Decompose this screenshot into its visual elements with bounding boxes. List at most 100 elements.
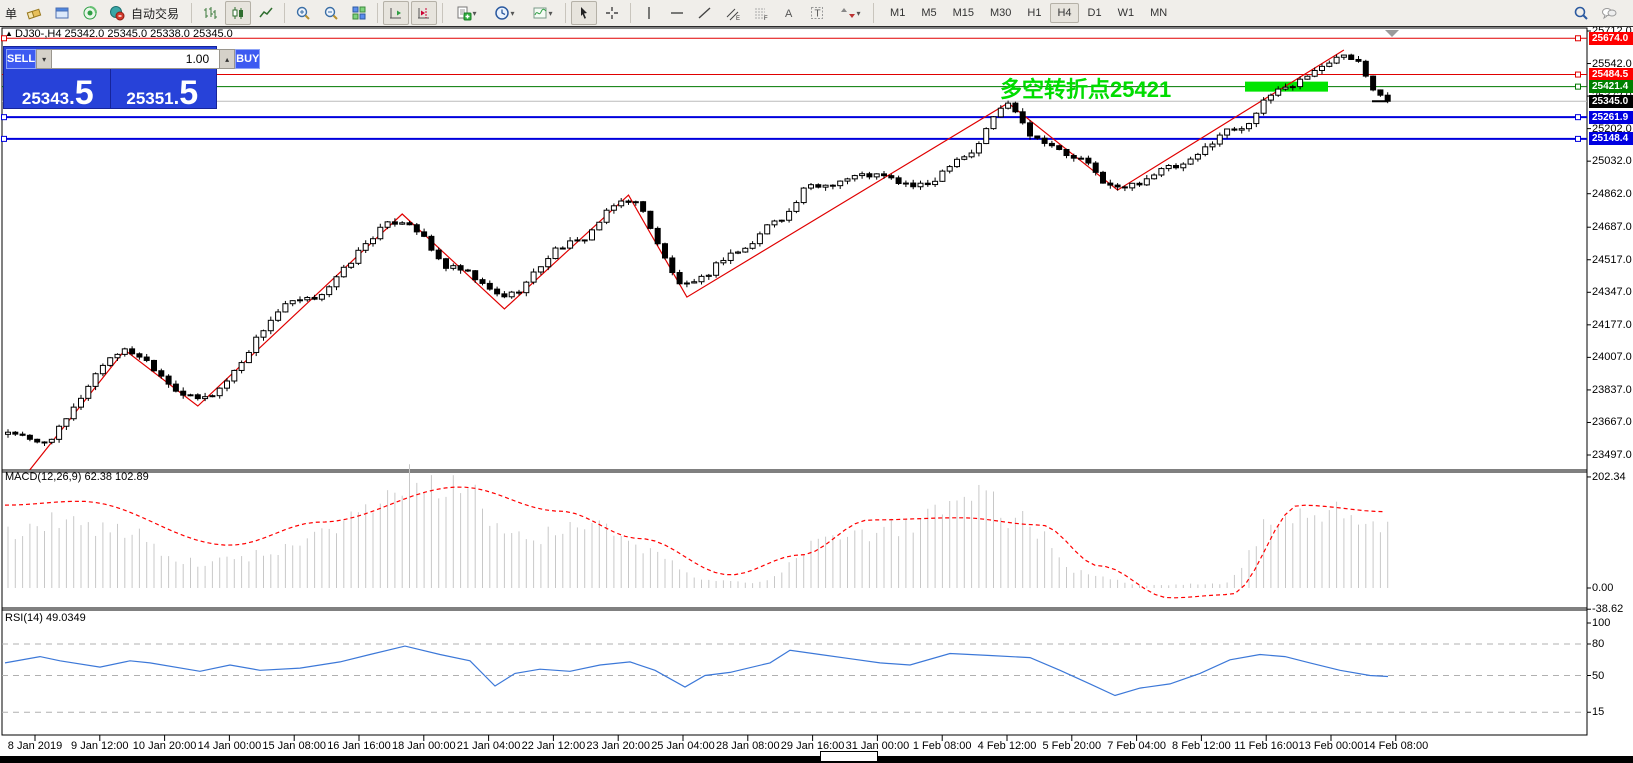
equidistant-channel-button[interactable]: E: [720, 1, 746, 25]
chart-frame: [2, 28, 1587, 735]
volume-strip: ▾ ▴: [36, 49, 235, 69]
price-axis-label: 23667.0: [1592, 417, 1632, 428]
text-button[interactable]: A: [776, 1, 802, 25]
timeframe-m30[interactable]: M30: [983, 3, 1018, 23]
time-axis-label: 28 Jan 08:00: [716, 740, 780, 752]
rsi-axis-label: 50: [1592, 671, 1604, 682]
dropdown-caret-icon[interactable]: ▾: [857, 9, 861, 18]
candles-icon: [230, 5, 246, 21]
dropdown-caret-icon[interactable]: ▾: [511, 9, 515, 18]
price-axis-label: 24347.0: [1592, 287, 1632, 298]
candles-layer: [6, 54, 1391, 446]
timeframe-h1[interactable]: H1: [1020, 3, 1048, 23]
price-axis-label: 24177.0: [1592, 320, 1632, 331]
delete-objects-button[interactable]: [21, 1, 47, 25]
chat-button[interactable]: [1596, 1, 1622, 25]
autotrading-label: 自动交易: [131, 5, 179, 22]
sell-price-frac: 5: [75, 80, 94, 106]
indicators-button[interactable]: ▾: [524, 1, 560, 25]
search-icon: [1573, 5, 1589, 21]
rsi-indicator-label: RSI(14) 49.0349: [5, 612, 86, 624]
crosshair-icon: [604, 5, 620, 21]
buy-price[interactable]: 25351.5: [111, 69, 215, 108]
toolbar-separator: [284, 3, 285, 23]
time-axis-label: 15 Jan 08:00: [262, 740, 326, 752]
time-axis-label: 22 Jan 12:00: [522, 740, 586, 752]
horizontal-line-button[interactable]: [664, 1, 690, 25]
one-click-trading-panel: SELL ▾ ▴ BUY 25343.5 25351.5: [3, 46, 217, 109]
toolbar-separator: [377, 3, 378, 23]
candlestick-chart-button[interactable]: [225, 1, 251, 25]
price-tag: 25148.4: [1589, 132, 1633, 145]
sell-button[interactable]: SELL: [6, 49, 36, 69]
toolbar-right-group: [1567, 1, 1623, 25]
dropdown-caret-icon[interactable]: ▾: [473, 9, 477, 18]
toolbar-separator: [191, 3, 192, 23]
buy-price-frac: 5: [179, 80, 198, 106]
volume-decrease-button[interactable]: ▾: [37, 50, 52, 68]
timeframe-h4[interactable]: H4: [1050, 3, 1078, 23]
line-chart-button[interactable]: [253, 1, 279, 25]
zigzag-line: [30, 50, 1344, 470]
chart-canvas[interactable]: [0, 0, 1633, 763]
rsi-axis-label: 100: [1592, 618, 1610, 629]
volume-input[interactable]: [52, 50, 219, 68]
new-chart-button[interactable]: [49, 1, 75, 25]
fibonacci-button[interactable]: F: [748, 1, 774, 25]
timeframe-m15[interactable]: M15: [946, 3, 981, 23]
zoomout-icon: [323, 5, 339, 21]
new-order-label[interactable]: 单: [5, 5, 17, 22]
bars-icon: [202, 5, 218, 21]
bar-chart-button[interactable]: [197, 1, 223, 25]
time-axis-label: 13 Feb 00:00: [1299, 740, 1364, 752]
cursor-button[interactable]: [571, 1, 597, 25]
timeframe-m5[interactable]: M5: [914, 3, 943, 23]
timeframe-d1[interactable]: D1: [1081, 3, 1109, 23]
chart-shift-marker-icon[interactable]: [1385, 30, 1399, 37]
chart-shift-button[interactable]: [411, 1, 437, 25]
chat-icon: [1601, 5, 1617, 21]
macd-indicator-label: MACD(12,26,9) 62.38 102.89: [5, 471, 149, 483]
textA-icon: A: [781, 5, 797, 21]
time-axis-label: 1 Feb 08:00: [913, 740, 972, 752]
crosshair-button[interactable]: [599, 1, 625, 25]
hline-icon: [669, 5, 685, 21]
rsi-pane: [2, 644, 1587, 712]
timeframe-m1[interactable]: M1: [883, 3, 912, 23]
price-axis-label: 24007.0: [1592, 352, 1632, 363]
new-order-button[interactable]: ▾: [448, 1, 484, 25]
period-selector-button[interactable]: ▾: [486, 1, 522, 25]
trendline-button[interactable]: [692, 1, 718, 25]
zoomin-icon: [295, 5, 311, 21]
price-axis-label: 24517.0: [1592, 255, 1632, 266]
time-axis-label: 5 Feb 20:00: [1042, 740, 1101, 752]
indicators-icon: [532, 5, 548, 21]
auto-scroll-button[interactable]: [383, 1, 409, 25]
macd-axis-label: 202.34: [1592, 472, 1626, 483]
zoom-out-button[interactable]: [318, 1, 344, 25]
buy-button[interactable]: BUY: [235, 49, 260, 69]
zoom-in-button[interactable]: [290, 1, 316, 25]
neworder-icon: [456, 5, 472, 21]
timeframe-w1[interactable]: W1: [1111, 3, 1142, 23]
dropdown-caret-icon[interactable]: ▾: [549, 9, 553, 18]
vertical-line-button[interactable]: [636, 1, 662, 25]
tile-windows-button[interactable]: [346, 1, 372, 25]
search-button[interactable]: [1568, 1, 1594, 25]
autoscroll-icon: [388, 5, 404, 21]
linechart-icon: [258, 5, 274, 21]
chartshift-icon: [416, 5, 432, 21]
time-axis-label: 25 Jan 04:00: [651, 740, 715, 752]
volume-increase-button[interactable]: ▴: [219, 50, 234, 68]
time-axis-label: 9 Jan 12:00: [71, 740, 129, 752]
bottom-status-box: [820, 751, 878, 762]
sell-price[interactable]: 25343.5: [6, 69, 111, 108]
timeframe-mn[interactable]: MN: [1143, 3, 1174, 23]
arrows-button[interactable]: ▾: [832, 1, 868, 25]
autotrading-button[interactable]: 自动交易: [104, 3, 187, 24]
toolbar-separator: [630, 3, 631, 23]
time-axis-label: 18 Jan 00:00: [392, 740, 456, 752]
text-label-button[interactable]: T: [804, 1, 830, 25]
time-axis-label: 8 Jan 2019: [8, 740, 62, 752]
signals-button[interactable]: [77, 1, 103, 25]
